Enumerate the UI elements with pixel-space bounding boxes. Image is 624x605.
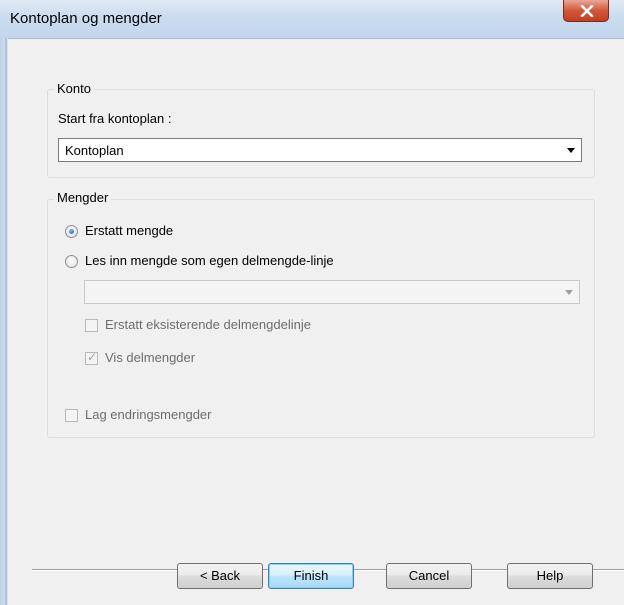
help-button[interactable]: Help — [507, 563, 593, 589]
kontoplan-select[interactable]: Kontoplan — [58, 138, 582, 162]
title-bar[interactable]: Kontoplan og mengder — [0, 0, 624, 39]
window-title: Kontoplan og mengder — [10, 10, 162, 27]
erstatt-eksisterende-checkbox[interactable] — [85, 319, 98, 332]
cancel-button[interactable]: Cancel — [386, 563, 472, 589]
chevron-down-icon — [565, 290, 573, 295]
back-button[interactable]: < Back — [177, 563, 263, 589]
finish-button[interactable]: Finish — [268, 563, 354, 589]
close-button[interactable] — [563, 0, 609, 22]
lag-endringsmengder-checkbox[interactable] — [65, 409, 78, 422]
checkmark-icon: ✓ — [87, 350, 98, 364]
delmengde-select[interactable] — [84, 280, 580, 304]
dialog-window: Kontoplan og mengder Konto Start fra kon… — [0, 0, 624, 605]
window-left-border — [0, 38, 8, 605]
konto-group — [47, 89, 595, 178]
mengder-group-label: Mengder — [54, 190, 112, 205]
kontoplan-select-value: Kontoplan — [65, 143, 124, 158]
vis-delmengder-checkbox[interactable]: ✓ — [85, 350, 98, 365]
konto-group-label: Konto — [54, 81, 94, 96]
vis-delmengder-label[interactable]: Vis delmengder — [105, 350, 195, 365]
close-icon — [580, 5, 594, 17]
lag-endringsmengder-label[interactable]: Lag endringsmengder — [85, 407, 211, 422]
les-inn-mengde-radio[interactable] — [65, 255, 78, 268]
erstatt-eksisterende-label[interactable]: Erstatt eksisterende delmengdelinje — [105, 317, 311, 332]
start-kontoplan-label: Start fra kontoplan : — [58, 111, 172, 126]
les-inn-mengde-label[interactable]: Les inn mengde som egen delmengde-linje — [85, 253, 334, 268]
erstatt-mengde-radio[interactable] — [65, 225, 78, 238]
erstatt-mengde-label[interactable]: Erstatt mengde — [85, 223, 173, 238]
chevron-down-icon — [567, 148, 575, 153]
